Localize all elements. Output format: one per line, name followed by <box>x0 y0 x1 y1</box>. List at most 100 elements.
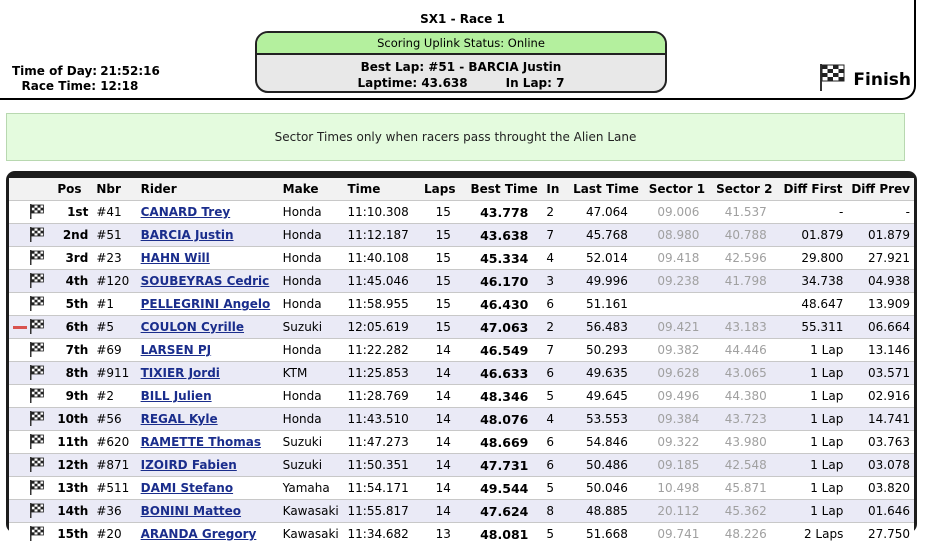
cell-pos: 7th <box>53 339 92 362</box>
cell-sector-1: 08.980 <box>645 224 712 247</box>
cell-diff-prev: 27.921 <box>847 247 914 270</box>
cell-diff-prev: 03.571 <box>847 362 914 385</box>
cell-nbr: #36 <box>92 500 136 523</box>
cell-sector-1: 09.418 <box>645 247 712 270</box>
cell-laps: 14 <box>420 431 467 454</box>
cell-time: 11:55.817 <box>344 500 420 523</box>
in-lap-text: In Lap: 7 <box>506 76 565 90</box>
cell-in: 4 <box>542 408 569 431</box>
cell-diff-first: 2 Laps <box>779 523 847 545</box>
cell-laps: 15 <box>420 293 467 316</box>
row-flag-cell <box>9 477 53 500</box>
rider-link[interactable]: REGAL Kyle <box>141 412 218 426</box>
cell-diff-first: 48.647 <box>779 293 847 316</box>
cell-last-time: 49.996 <box>569 270 645 293</box>
cell-rider: HAHN Will <box>137 247 279 270</box>
cell-time: 11:12.187 <box>344 224 420 247</box>
cell-make: Kawasaki <box>279 523 344 545</box>
rider-link[interactable]: CANARD Trey <box>141 205 231 219</box>
cell-diff-prev: 04.938 <box>847 270 914 293</box>
cell-best-time: 45.334 <box>466 247 542 270</box>
rider-link[interactable]: BARCIA Justin <box>141 228 234 242</box>
cell-in: 5 <box>542 523 569 545</box>
cell-make: Honda <box>279 224 344 247</box>
finish-label: Finish <box>853 70 911 90</box>
sector-note: Sector Times only when racers pass throu… <box>6 113 905 161</box>
uplink-status: Scoring Uplink Status: Online <box>257 33 665 55</box>
col-sector-2: Sector 2 <box>712 178 779 201</box>
cell-laps: 14 <box>420 500 467 523</box>
rider-link[interactable]: TIXIER Jordi <box>141 366 220 380</box>
cell-laps: 14 <box>420 454 467 477</box>
position-loss-marker <box>13 326 27 329</box>
cell-best-time: 48.669 <box>466 431 542 454</box>
table-row: 1st#41CANARD TreyHonda11:10.3081543.7782… <box>9 201 914 224</box>
rider-link[interactable]: BILL Julien <box>141 389 212 403</box>
cell-pos: 8th <box>53 362 92 385</box>
rider-link[interactable]: IZOIRD Fabien <box>141 458 237 472</box>
cell-diff-prev: 13.909 <box>847 293 914 316</box>
cell-rider: COULON Cyrille <box>137 316 279 339</box>
col-diff-prev: Diff Prev <box>847 178 914 201</box>
cell-last-time: 49.645 <box>569 385 645 408</box>
col-best-time: Best Time <box>466 178 542 201</box>
cell-laps: 15 <box>420 316 467 339</box>
row-flag-cell <box>9 270 53 293</box>
cell-laps: 13 <box>420 523 467 545</box>
status-box: Scoring Uplink Status: Online Best Lap: … <box>255 31 667 93</box>
row-flag-cell <box>9 523 53 545</box>
rider-link[interactable]: RAMETTE Thomas <box>141 435 261 449</box>
cell-make: Kawasaki <box>279 500 344 523</box>
cell-in: 2 <box>542 201 569 224</box>
cell-in: 5 <box>542 385 569 408</box>
cell-sector-1: 09.384 <box>645 408 712 431</box>
cell-rider: BILL Julien <box>137 385 279 408</box>
rider-link[interactable]: COULON Cyrille <box>141 320 244 334</box>
cell-laps: 14 <box>420 362 467 385</box>
rider-link[interactable]: LARSEN PJ <box>141 343 212 357</box>
cell-pos: 4th <box>53 270 92 293</box>
cell-diff-prev: 14.741 <box>847 408 914 431</box>
cell-sector-2: 43.980 <box>712 431 779 454</box>
cell-best-time: 46.633 <box>466 362 542 385</box>
cell-nbr: #1 <box>92 293 136 316</box>
rider-link[interactable]: DAMI Stefano <box>141 481 233 495</box>
cell-best-time: 48.076 <box>466 408 542 431</box>
time-of-day-label: Time of Day: <box>12 64 96 79</box>
cell-make: Suzuki <box>279 431 344 454</box>
results-table: Pos Nbr Rider Make Time Laps Best Time I… <box>9 178 914 545</box>
cell-diff-first: 34.738 <box>779 270 847 293</box>
cell-in: 7 <box>542 339 569 362</box>
cell-sector-2: 44.446 <box>712 339 779 362</box>
rider-link[interactable]: BONINI Matteo <box>141 504 241 518</box>
cell-sector-2: 45.362 <box>712 500 779 523</box>
cell-sector-2: 43.183 <box>712 316 779 339</box>
cell-make: Honda <box>279 293 344 316</box>
row-flag-cell <box>9 293 53 316</box>
row-flag-cell <box>9 500 53 523</box>
col-last-time: Last Time <box>569 178 645 201</box>
cell-pos: 13th <box>53 477 92 500</box>
cell-sector-2: 40.788 <box>712 224 779 247</box>
rider-link[interactable]: HAHN Will <box>141 251 210 265</box>
cell-sector-1: 09.628 <box>645 362 712 385</box>
cell-sector-1: 20.112 <box>645 500 712 523</box>
race-time-label: Race Time: <box>12 79 96 94</box>
cell-diff-prev: - <box>847 201 914 224</box>
cell-pos: 9th <box>53 385 92 408</box>
cell-diff-prev: 03.078 <box>847 454 914 477</box>
cell-time: 11:10.308 <box>344 201 420 224</box>
cell-pos: 15th <box>53 523 92 545</box>
cell-nbr: #511 <box>92 477 136 500</box>
cell-diff-first: 1 Lap <box>779 454 847 477</box>
rider-link[interactable]: SOUBEYRAS Cedric <box>141 274 270 288</box>
cell-diff-first: 1 Lap <box>779 500 847 523</box>
cell-pos: 6th <box>53 316 92 339</box>
cell-pos: 11th <box>53 431 92 454</box>
rider-link[interactable]: PELLEGRINI Angelo <box>141 297 271 311</box>
row-flag-cell <box>9 362 53 385</box>
table-row: 10th#56REGAL KyleHonda11:43.5101448.0764… <box>9 408 914 431</box>
cell-nbr: #620 <box>92 431 136 454</box>
cell-best-time: 48.081 <box>466 523 542 545</box>
cell-sector-1: 09.322 <box>645 431 712 454</box>
